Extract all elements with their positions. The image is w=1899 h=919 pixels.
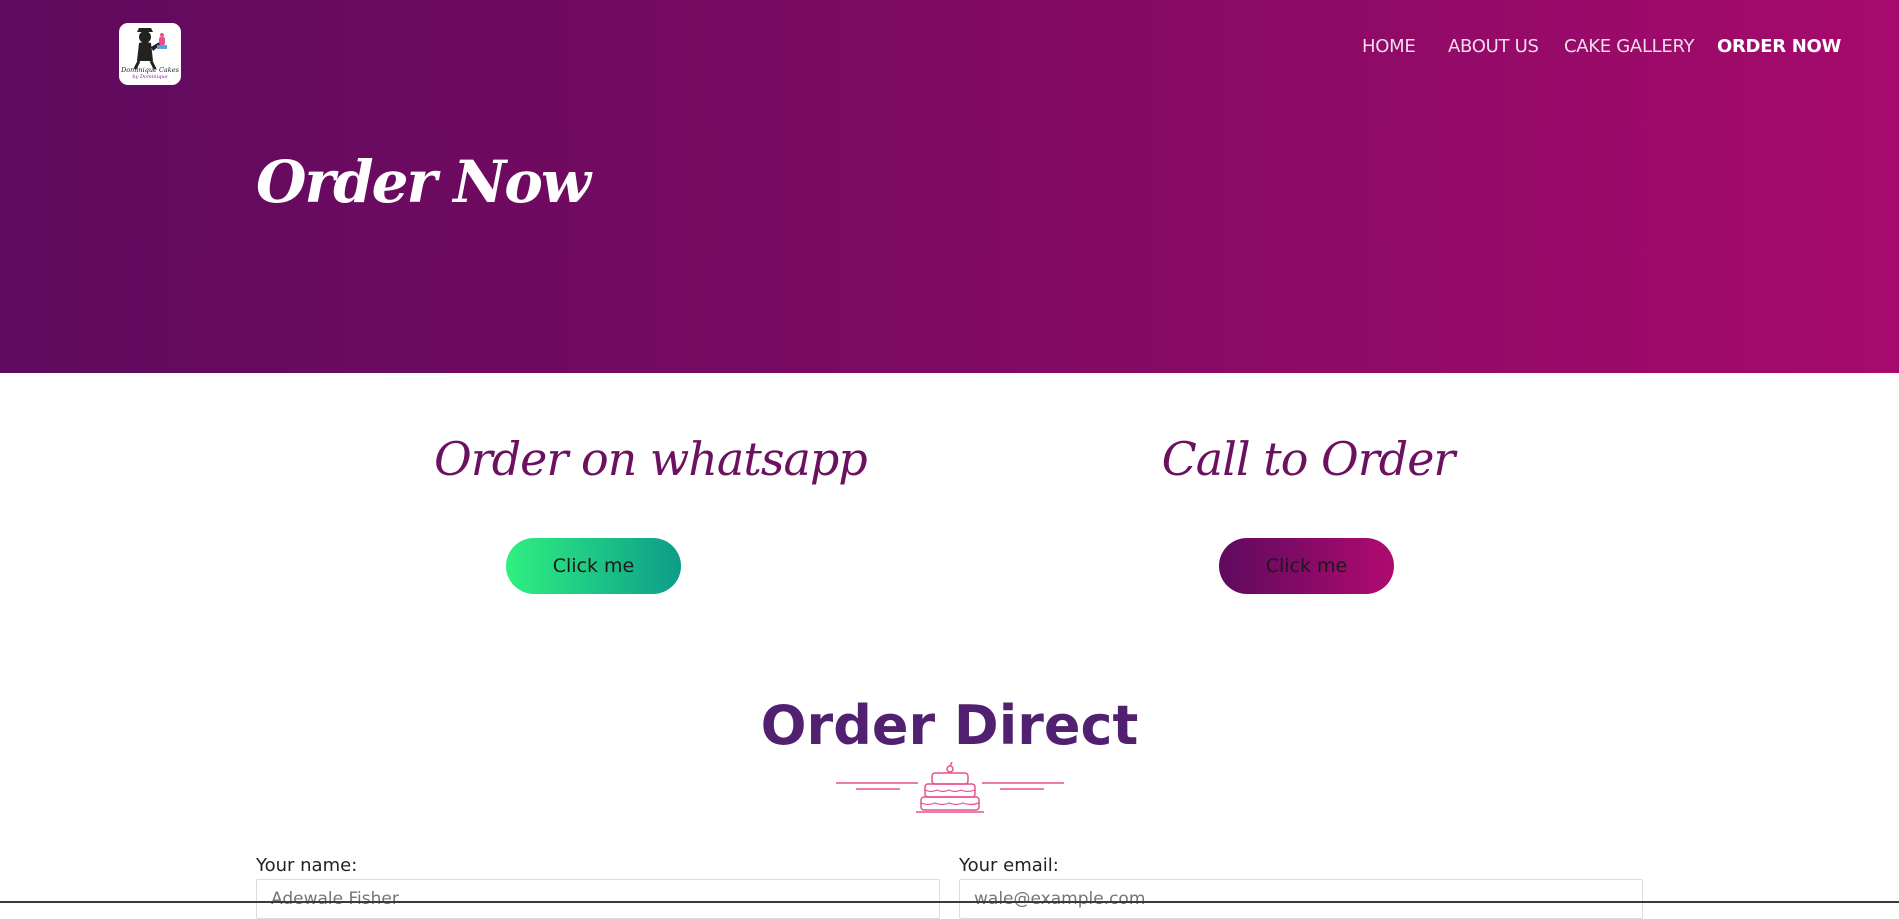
- main-nav: HOME ABOUT US CAKE GALLERY ORDER NOW: [0, 36, 1899, 66]
- nav-order-link[interactable]: ORDER NOW: [1717, 36, 1841, 57]
- email-input[interactable]: [959, 879, 1643, 919]
- page-title: Order Now: [256, 148, 591, 216]
- name-label: Your name:: [256, 855, 358, 876]
- nav-home-link[interactable]: HOME: [1362, 36, 1416, 57]
- whatsapp-heading: Order on whatsapp: [434, 432, 868, 486]
- call-heading: Call to Order: [1161, 432, 1456, 486]
- logo-subtext: by Dominique: [132, 74, 168, 80]
- name-input[interactable]: [256, 879, 940, 919]
- order-direct-title: Order Direct: [760, 694, 1139, 757]
- whatsapp-order-button[interactable]: Click me: [506, 538, 681, 594]
- email-label: Your email:: [959, 855, 1059, 876]
- hero-banner: Dominique Cakes by Dominique HOME ABOUT …: [0, 0, 1899, 373]
- nav-about-link[interactable]: ABOUT US: [1448, 36, 1539, 57]
- logo-wordmark: Dominique Cakes: [121, 66, 179, 74]
- call-order-button[interactable]: Click me: [1219, 538, 1394, 594]
- nav-gallery-link[interactable]: CAKE GALLERY: [1564, 36, 1695, 57]
- cake-divider-icon: [836, 762, 1064, 813]
